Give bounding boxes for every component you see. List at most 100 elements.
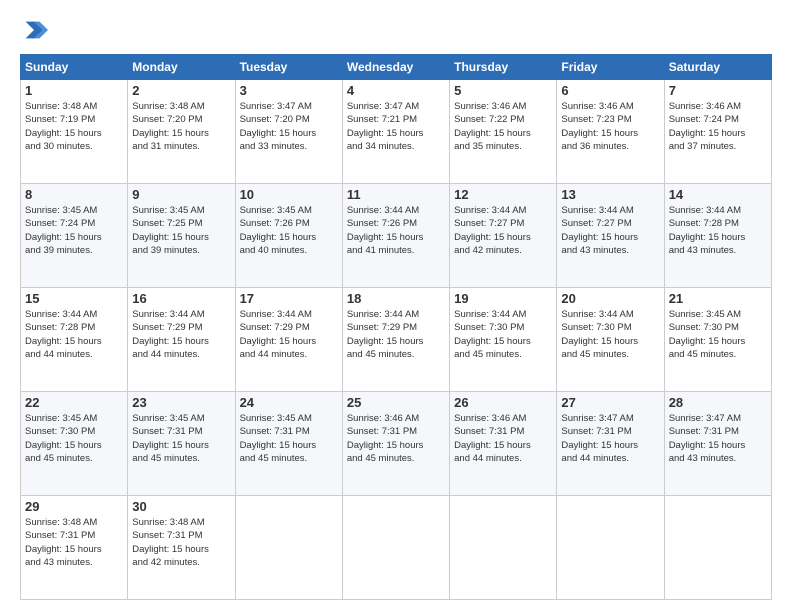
day-info: Sunrise: 3:45 AM Sunset: 7:24 PM Dayligh… [25, 204, 123, 257]
day-info: Sunrise: 3:44 AM Sunset: 7:28 PM Dayligh… [669, 204, 767, 257]
week-row-1: 1 Sunrise: 3:48 AM Sunset: 7:19 PM Daylig… [21, 80, 772, 184]
calendar-cell: 1 Sunrise: 3:48 AM Sunset: 7:19 PM Daylig… [21, 80, 128, 184]
calendar-cell: 18 Sunrise: 3:44 AM Sunset: 7:29 PM Dayli… [342, 288, 449, 392]
calendar-cell: 2 Sunrise: 3:48 AM Sunset: 7:20 PM Daylig… [128, 80, 235, 184]
calendar-cell: 7 Sunrise: 3:46 AM Sunset: 7:24 PM Daylig… [664, 80, 771, 184]
day-number: 22 [25, 395, 123, 410]
day-number: 1 [25, 83, 123, 98]
weekday-header-row: SundayMondayTuesdayWednesdayThursdayFrid… [21, 55, 772, 80]
header [20, 16, 772, 44]
day-info: Sunrise: 3:44 AM Sunset: 7:28 PM Dayligh… [25, 308, 123, 361]
day-number: 21 [669, 291, 767, 306]
day-number: 30 [132, 499, 230, 514]
day-info: Sunrise: 3:47 AM Sunset: 7:20 PM Dayligh… [240, 100, 338, 153]
day-info: Sunrise: 3:44 AM Sunset: 7:29 PM Dayligh… [240, 308, 338, 361]
day-info: Sunrise: 3:48 AM Sunset: 7:31 PM Dayligh… [25, 516, 123, 569]
week-row-3: 15 Sunrise: 3:44 AM Sunset: 7:28 PM Dayli… [21, 288, 772, 392]
calendar-cell: 6 Sunrise: 3:46 AM Sunset: 7:23 PM Daylig… [557, 80, 664, 184]
calendar-cell: 5 Sunrise: 3:46 AM Sunset: 7:22 PM Daylig… [450, 80, 557, 184]
day-info: Sunrise: 3:48 AM Sunset: 7:19 PM Dayligh… [25, 100, 123, 153]
day-number: 11 [347, 187, 445, 202]
day-number: 5 [454, 83, 552, 98]
day-info: Sunrise: 3:47 AM Sunset: 7:31 PM Dayligh… [669, 412, 767, 465]
calendar-cell: 29 Sunrise: 3:48 AM Sunset: 7:31 PM Dayli… [21, 496, 128, 600]
day-info: Sunrise: 3:47 AM Sunset: 7:31 PM Dayligh… [561, 412, 659, 465]
day-number: 4 [347, 83, 445, 98]
day-info: Sunrise: 3:48 AM Sunset: 7:20 PM Dayligh… [132, 100, 230, 153]
calendar-cell [664, 496, 771, 600]
day-info: Sunrise: 3:44 AM Sunset: 7:26 PM Dayligh… [347, 204, 445, 257]
day-number: 26 [454, 395, 552, 410]
calendar-cell: 21 Sunrise: 3:45 AM Sunset: 7:30 PM Dayli… [664, 288, 771, 392]
day-info: Sunrise: 3:45 AM Sunset: 7:31 PM Dayligh… [240, 412, 338, 465]
calendar-cell: 22 Sunrise: 3:45 AM Sunset: 7:30 PM Dayli… [21, 392, 128, 496]
calendar-cell: 8 Sunrise: 3:45 AM Sunset: 7:24 PM Daylig… [21, 184, 128, 288]
day-info: Sunrise: 3:44 AM Sunset: 7:30 PM Dayligh… [561, 308, 659, 361]
weekday-header-friday: Friday [557, 55, 664, 80]
calendar-table: SundayMondayTuesdayWednesdayThursdayFrid… [20, 54, 772, 600]
calendar-cell: 25 Sunrise: 3:46 AM Sunset: 7:31 PM Dayli… [342, 392, 449, 496]
day-info: Sunrise: 3:45 AM Sunset: 7:25 PM Dayligh… [132, 204, 230, 257]
day-number: 17 [240, 291, 338, 306]
day-number: 25 [347, 395, 445, 410]
day-info: Sunrise: 3:46 AM Sunset: 7:31 PM Dayligh… [454, 412, 552, 465]
day-info: Sunrise: 3:46 AM Sunset: 7:31 PM Dayligh… [347, 412, 445, 465]
day-number: 13 [561, 187, 659, 202]
day-info: Sunrise: 3:46 AM Sunset: 7:22 PM Dayligh… [454, 100, 552, 153]
day-number: 27 [561, 395, 659, 410]
day-number: 20 [561, 291, 659, 306]
calendar-cell: 4 Sunrise: 3:47 AM Sunset: 7:21 PM Daylig… [342, 80, 449, 184]
day-info: Sunrise: 3:45 AM Sunset: 7:30 PM Dayligh… [25, 412, 123, 465]
calendar-cell: 30 Sunrise: 3:48 AM Sunset: 7:31 PM Dayli… [128, 496, 235, 600]
week-row-4: 22 Sunrise: 3:45 AM Sunset: 7:30 PM Dayli… [21, 392, 772, 496]
weekday-header-sunday: Sunday [21, 55, 128, 80]
day-number: 29 [25, 499, 123, 514]
calendar-cell: 17 Sunrise: 3:44 AM Sunset: 7:29 PM Dayli… [235, 288, 342, 392]
calendar-cell: 20 Sunrise: 3:44 AM Sunset: 7:30 PM Dayli… [557, 288, 664, 392]
calendar-cell [342, 496, 449, 600]
calendar-cell: 26 Sunrise: 3:46 AM Sunset: 7:31 PM Dayli… [450, 392, 557, 496]
day-info: Sunrise: 3:45 AM Sunset: 7:30 PM Dayligh… [669, 308, 767, 361]
day-number: 19 [454, 291, 552, 306]
day-number: 23 [132, 395, 230, 410]
day-number: 10 [240, 187, 338, 202]
calendar-cell: 3Sunrise: 3:47 AM Sunset: 7:20 PM Daylig… [235, 80, 342, 184]
day-info: Sunrise: 3:46 AM Sunset: 7:24 PM Dayligh… [669, 100, 767, 153]
calendar-cell [557, 496, 664, 600]
day-number: 7 [669, 83, 767, 98]
day-info: Sunrise: 3:48 AM Sunset: 7:31 PM Dayligh… [132, 516, 230, 569]
day-number: 9 [132, 187, 230, 202]
day-number: 24 [240, 395, 338, 410]
calendar-cell: 14 Sunrise: 3:44 AM Sunset: 7:28 PM Dayli… [664, 184, 771, 288]
calendar-cell: 24 Sunrise: 3:45 AM Sunset: 7:31 PM Dayli… [235, 392, 342, 496]
day-info: Sunrise: 3:45 AM Sunset: 7:31 PM Dayligh… [132, 412, 230, 465]
day-info: Sunrise: 3:45 AM Sunset: 7:26 PM Dayligh… [240, 204, 338, 257]
day-number: 6 [561, 83, 659, 98]
day-info: Sunrise: 3:44 AM Sunset: 7:30 PM Dayligh… [454, 308, 552, 361]
day-info: Sunrise: 3:44 AM Sunset: 7:29 PM Dayligh… [347, 308, 445, 361]
calendar-cell: 19 Sunrise: 3:44 AM Sunset: 7:30 PM Dayli… [450, 288, 557, 392]
day-number: 14 [669, 187, 767, 202]
calendar-cell: 10 Sunrise: 3:45 AM Sunset: 7:26 PM Dayli… [235, 184, 342, 288]
weekday-header-monday: Monday [128, 55, 235, 80]
day-number: 15 [25, 291, 123, 306]
day-info: Sunrise: 3:44 AM Sunset: 7:29 PM Dayligh… [132, 308, 230, 361]
calendar-cell: 9 Sunrise: 3:45 AM Sunset: 7:25 PM Daylig… [128, 184, 235, 288]
weekday-header-thursday: Thursday [450, 55, 557, 80]
calendar-cell [450, 496, 557, 600]
day-number: 16 [132, 291, 230, 306]
day-number: 8 [25, 187, 123, 202]
page: SundayMondayTuesdayWednesdayThursdayFrid… [0, 0, 792, 612]
calendar-cell: 15 Sunrise: 3:44 AM Sunset: 7:28 PM Dayli… [21, 288, 128, 392]
day-info: Sunrise: 3:46 AM Sunset: 7:23 PM Dayligh… [561, 100, 659, 153]
day-number: 28 [669, 395, 767, 410]
weekday-header-saturday: Saturday [664, 55, 771, 80]
calendar-cell [235, 496, 342, 600]
day-number: 18 [347, 291, 445, 306]
day-number: 2 [132, 83, 230, 98]
logo [20, 16, 52, 44]
calendar-cell: 23 Sunrise: 3:45 AM Sunset: 7:31 PM Dayli… [128, 392, 235, 496]
calendar-cell: 16 Sunrise: 3:44 AM Sunset: 7:29 PM Dayli… [128, 288, 235, 392]
day-info: Sunrise: 3:47 AM Sunset: 7:21 PM Dayligh… [347, 100, 445, 153]
calendar-cell: 27 Sunrise: 3:47 AM Sunset: 7:31 PM Dayli… [557, 392, 664, 496]
